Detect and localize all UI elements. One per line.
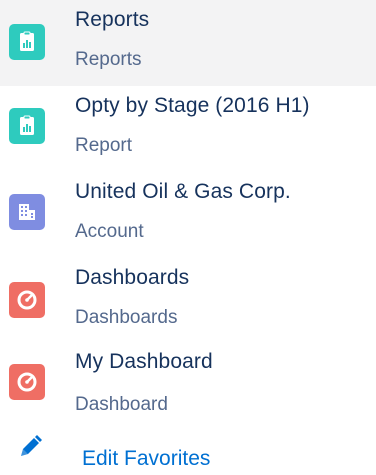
favorite-title: Opty by Stage (2016 H1) <box>75 94 310 117</box>
account-icon <box>9 194 45 230</box>
dashboard-icon <box>9 364 45 400</box>
favorite-subtitle: Account <box>75 221 144 242</box>
edit-favorites-button[interactable]: Edit Favorites <box>0 428 376 475</box>
favorite-title: My Dashboard <box>75 350 213 373</box>
dashboard-icon <box>9 282 45 318</box>
favorite-title: Reports <box>75 8 150 31</box>
report-icon <box>9 108 45 144</box>
edit-favorites-label: Edit Favorites <box>82 447 211 470</box>
favorite-subtitle: Report <box>75 135 133 156</box>
favorite-item-my-dashboard[interactable]: My Dashboard Dashboard <box>0 344 376 430</box>
favorite-item-reports[interactable]: Reports Reports <box>0 0 376 86</box>
favorites-menu: Reports Reports Opty by Stage (2016 H1) … <box>0 0 376 475</box>
favorite-title: Dashboards <box>75 266 190 289</box>
favorite-subtitle: Dashboard <box>75 394 168 415</box>
favorite-item-opty-by-stage[interactable]: Opty by Stage (2016 H1) Report <box>0 86 376 172</box>
favorite-subtitle: Dashboards <box>75 307 178 328</box>
favorite-item-united-oil-gas[interactable]: United Oil & Gas Corp. Account <box>0 172 376 258</box>
report-icon <box>9 24 45 60</box>
pencil-icon <box>21 435 42 456</box>
favorite-title: United Oil & Gas Corp. <box>75 180 291 203</box>
favorite-item-dashboards[interactable]: Dashboards Dashboards <box>0 258 376 344</box>
favorite-subtitle: Reports <box>75 49 142 70</box>
